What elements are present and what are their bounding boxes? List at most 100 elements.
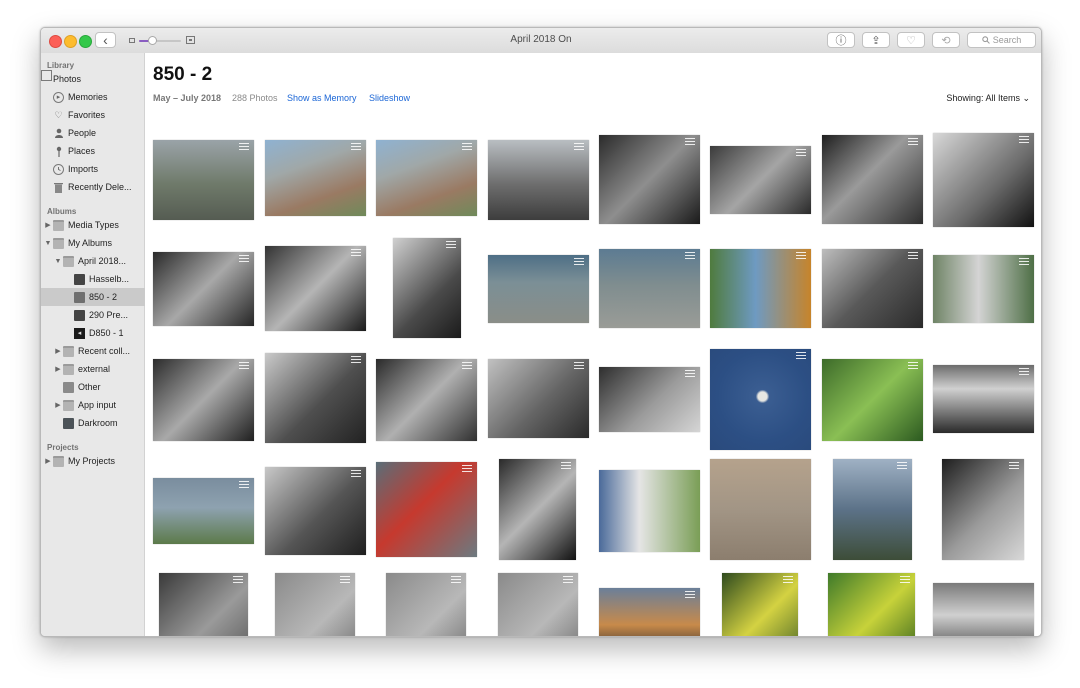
sidebar-item-label: April 2018... <box>78 256 127 266</box>
photo-thumbnail[interactable] <box>488 255 589 323</box>
adjustments-icon <box>574 143 584 150</box>
adjustments-icon <box>685 591 695 598</box>
photo-grid <box>145 53 1041 636</box>
disclosure-right-icon[interactable]: ▶ <box>53 365 63 373</box>
photo-thumbnail[interactable] <box>822 135 923 224</box>
photo-thumbnail[interactable] <box>498 573 578 636</box>
sidebar-item-label: Recently Dele... <box>68 182 132 192</box>
sidebar-item-label: Other <box>78 382 101 392</box>
adjustments-icon <box>685 138 695 145</box>
adjustments-icon <box>574 362 584 369</box>
disclosure-down-icon[interactable]: ▼ <box>43 240 53 247</box>
sidebar-item-label: external <box>78 364 111 374</box>
adjustments-icon <box>462 465 472 472</box>
photo-thumbnail[interactable] <box>153 478 254 544</box>
sidebar-item-places[interactable]: Places <box>41 142 156 160</box>
adjustments-icon <box>574 258 584 265</box>
disclosure-right-icon[interactable]: ▶ <box>53 401 63 409</box>
photo-thumbnail[interactable] <box>710 459 811 560</box>
sidebar-item-photos[interactable]: Photos <box>41 70 156 88</box>
photo-thumbnail[interactable] <box>275 573 355 636</box>
sidebar-item-april-2018[interactable]: ▼ April 2018... <box>41 252 156 270</box>
photo-thumbnail[interactable] <box>710 349 811 450</box>
info-button[interactable]: ⓘ <box>827 32 855 48</box>
sidebar-item-external[interactable]: ▶ external <box>41 360 156 378</box>
photo-thumbnail[interactable] <box>933 255 1034 323</box>
photo-thumbnail[interactable] <box>942 459 1024 560</box>
photo-thumbnail[interactable] <box>393 238 461 338</box>
sidebar-item-label: D850 - 1 <box>89 328 124 338</box>
sidebar-item-label: Photos <box>53 74 82 84</box>
photo-thumbnail[interactable] <box>265 353 366 443</box>
photo-thumbnail[interactable] <box>488 140 589 220</box>
photo-thumbnail[interactable] <box>499 459 576 560</box>
disclosure-right-icon[interactable]: ▶ <box>43 457 53 465</box>
photo-thumbnail[interactable] <box>599 135 700 224</box>
photo-thumbnail[interactable] <box>599 367 700 432</box>
photo-thumbnail[interactable] <box>153 140 254 220</box>
photo-thumbnail[interactable] <box>722 573 798 636</box>
photo-thumbnail[interactable] <box>265 467 366 555</box>
album-thumb-icon <box>74 291 85 303</box>
sidebar-item-favorites[interactable]: ♡ Favorites <box>41 106 156 124</box>
sidebar-item-label: 290 Pre... <box>89 310 129 320</box>
window-title: April 2018 On <box>510 34 572 45</box>
photo-thumbnail[interactable] <box>822 249 923 328</box>
search-field[interactable]: Search <box>967 32 1036 48</box>
photo-thumbnail[interactable] <box>153 359 254 441</box>
sidebar-item-media-types[interactable]: ▶ Media Types <box>41 216 146 234</box>
disclosure-right-icon[interactable]: ▶ <box>43 221 53 229</box>
photo-thumbnail[interactable] <box>599 588 700 636</box>
photo-thumbnail[interactable] <box>710 146 811 214</box>
sidebar-item-recent-collections[interactable]: ▶ Recent coll... <box>41 342 156 360</box>
photo-thumbnail[interactable] <box>153 252 254 326</box>
sidebar-item-label: App input <box>78 400 117 410</box>
photo-thumbnail[interactable] <box>822 359 923 441</box>
adjustments-icon <box>451 576 461 583</box>
photo-thumbnail[interactable] <box>933 365 1034 433</box>
photo-thumbnail[interactable] <box>376 462 477 557</box>
sidebar-item-my-albums[interactable]: ▼ My Albums <box>41 234 146 252</box>
adjustments-icon <box>351 143 361 150</box>
photo-thumbnail[interactable] <box>710 249 811 328</box>
album-thumb-icon <box>74 273 85 285</box>
photo-thumbnail[interactable] <box>376 359 477 441</box>
photo-thumbnail[interactable] <box>599 249 700 328</box>
photo-thumbnail[interactable] <box>933 133 1034 227</box>
adjustments-icon <box>908 362 918 369</box>
favorite-button[interactable]: ♡ <box>897 32 925 48</box>
photo-thumbnail[interactable] <box>159 573 248 636</box>
photo-thumbnail[interactable] <box>488 359 589 438</box>
adjustments-icon <box>340 576 350 583</box>
share-icon: ⇪ <box>871 34 881 47</box>
photo-thumbnail[interactable] <box>265 246 366 331</box>
adjustments-icon <box>1019 136 1029 143</box>
photo-thumbnail[interactable] <box>376 140 477 216</box>
photo-thumbnail[interactable] <box>833 459 912 560</box>
adjustments-icon <box>446 241 456 248</box>
sidebar-item-app-input[interactable]: ▶ App input <box>41 396 156 414</box>
sidebar: Library Photos ▸ Memories ♡ Favorites Pe… <box>41 53 177 636</box>
sidebar-item-people[interactable]: People <box>41 124 156 142</box>
disclosure-down-icon[interactable]: ▼ <box>53 258 63 265</box>
sidebar-item-imports[interactable]: Imports <box>41 160 156 178</box>
adjustments-icon <box>1019 368 1029 375</box>
adjustments-icon <box>783 576 793 583</box>
adjustments-icon <box>239 143 249 150</box>
photo-thumbnail[interactable] <box>265 140 366 216</box>
share-button[interactable]: ⇪ <box>862 32 890 48</box>
photo-thumbnail[interactable] <box>599 470 700 552</box>
sidebar-item-recently-deleted[interactable]: Recently Dele... <box>41 178 156 196</box>
rotate-button[interactable]: ⟲ <box>932 32 960 48</box>
album-thumb-icon <box>63 417 74 429</box>
photo-thumbnail[interactable] <box>933 583 1034 636</box>
heart-icon: ♡ <box>54 109 63 120</box>
photo-thumbnail[interactable] <box>828 573 915 636</box>
folder-icon <box>53 219 64 231</box>
sidebar-item-memories[interactable]: ▸ Memories <box>41 88 156 106</box>
sidebar-item-my-projects[interactable]: ▶ My Projects <box>41 452 146 470</box>
folder-icon <box>53 455 64 467</box>
sidebar-item-label: Recent coll... <box>78 346 131 356</box>
disclosure-right-icon[interactable]: ▶ <box>53 347 63 355</box>
photo-thumbnail[interactable] <box>386 573 466 636</box>
